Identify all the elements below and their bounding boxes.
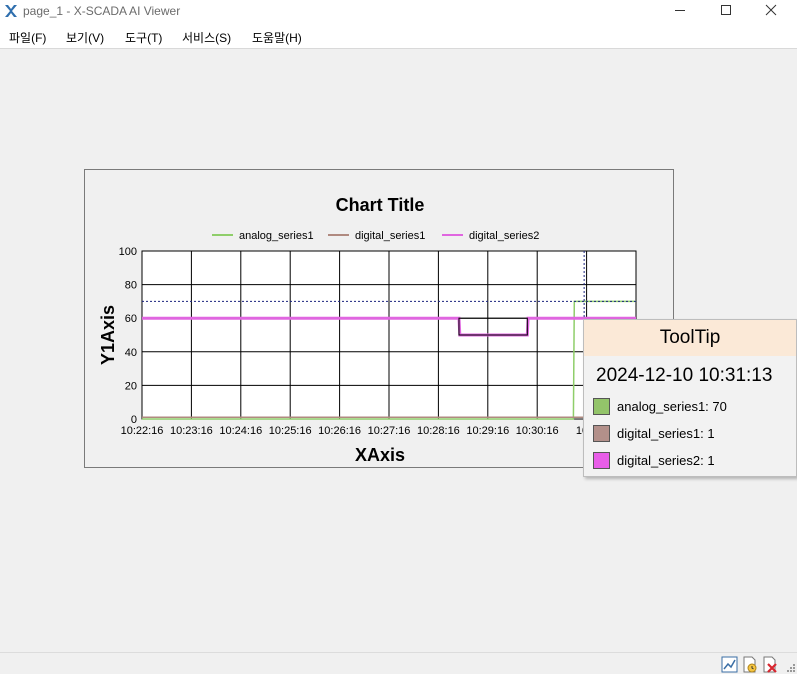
close-icon — [765, 4, 777, 16]
series-swatch — [593, 397, 610, 415]
x-tick-label: 10:24:16 — [219, 425, 262, 437]
chart-title: Chart Title — [336, 195, 425, 215]
tooltip-row-label: digital_series2: 1 — [617, 452, 715, 468]
x-tick-label: 10:27:16 — [368, 425, 411, 437]
minimize-button[interactable] — [657, 0, 703, 20]
x-axis-title: XAxis — [355, 445, 405, 465]
close-button[interactable] — [748, 0, 794, 20]
delete-icon[interactable] — [761, 656, 778, 673]
y-tick-label: 0 — [131, 414, 137, 426]
document-clock-icon[interactable] — [741, 656, 758, 673]
x-tick-label: 10:22:16 — [121, 425, 164, 437]
series-swatch — [593, 451, 610, 469]
tooltip-row: digital_series1: 1 — [593, 423, 715, 443]
y-tick-label: 40 — [125, 347, 137, 359]
legend-label: digital_series1 — [355, 230, 425, 242]
series-swatch — [593, 424, 610, 442]
x-tick-label: 10:29:16 — [466, 425, 509, 437]
legend-label: analog_series1 — [239, 230, 314, 242]
maximize-icon — [721, 5, 731, 15]
tooltip-row-label: analog_series1: 70 — [617, 398, 727, 414]
x-scada-logo-icon — [5, 5, 17, 17]
x-tick-label: 10:25:16 — [269, 425, 312, 437]
tooltip-row-label: digital_series1: 1 — [617, 425, 715, 441]
x-tick-label: 10:28:16 — [417, 425, 460, 437]
status-bar — [0, 652, 797, 674]
menu-view[interactable]: 보기(V) — [66, 29, 104, 46]
chart-settings-icon[interactable] — [721, 656, 738, 673]
menu-help[interactable]: 도움말(H) — [252, 29, 302, 46]
resize-grip-icon[interactable] — [785, 662, 795, 672]
tooltip-title: ToolTip — [584, 320, 796, 356]
tooltip-timestamp: 2024-12-10 10:31:13 — [596, 365, 773, 386]
tooltip-row: analog_series1: 70 — [593, 396, 727, 416]
minimize-icon — [675, 10, 685, 11]
menu-service[interactable]: 서비스(S) — [182, 29, 231, 46]
x-tick-label: 10:23:16 — [170, 425, 213, 437]
x-tick-label: 10:26:16 — [318, 425, 361, 437]
maximize-button[interactable] — [703, 0, 749, 20]
y-tick-label: 20 — [125, 380, 137, 392]
y-tick-label: 60 — [125, 313, 137, 325]
x-tick-label: 10:30:16 — [516, 425, 559, 437]
legend-label: digital_series2 — [469, 230, 539, 242]
y-tick-label: 100 — [119, 246, 137, 258]
y-axis-title: Y1Axis — [98, 305, 118, 365]
menu-file[interactable]: 파일(F) — [9, 29, 46, 46]
menu-tools[interactable]: 도구(T) — [125, 29, 162, 46]
title-bar: page_1 - X-SCADA AI Viewer — [0, 0, 797, 24]
y-tick-label: 80 — [125, 280, 137, 292]
tooltip-row: digital_series2: 1 — [593, 450, 715, 470]
window-title: page_1 - X-SCADA AI Viewer — [23, 4, 181, 18]
menu-bar: 파일(F) 보기(V) 도구(T) 서비스(S) 도움말(H) — [0, 24, 797, 49]
chart-tooltip: ToolTip 2024-12-10 10:31:13 analog_serie… — [583, 319, 797, 477]
